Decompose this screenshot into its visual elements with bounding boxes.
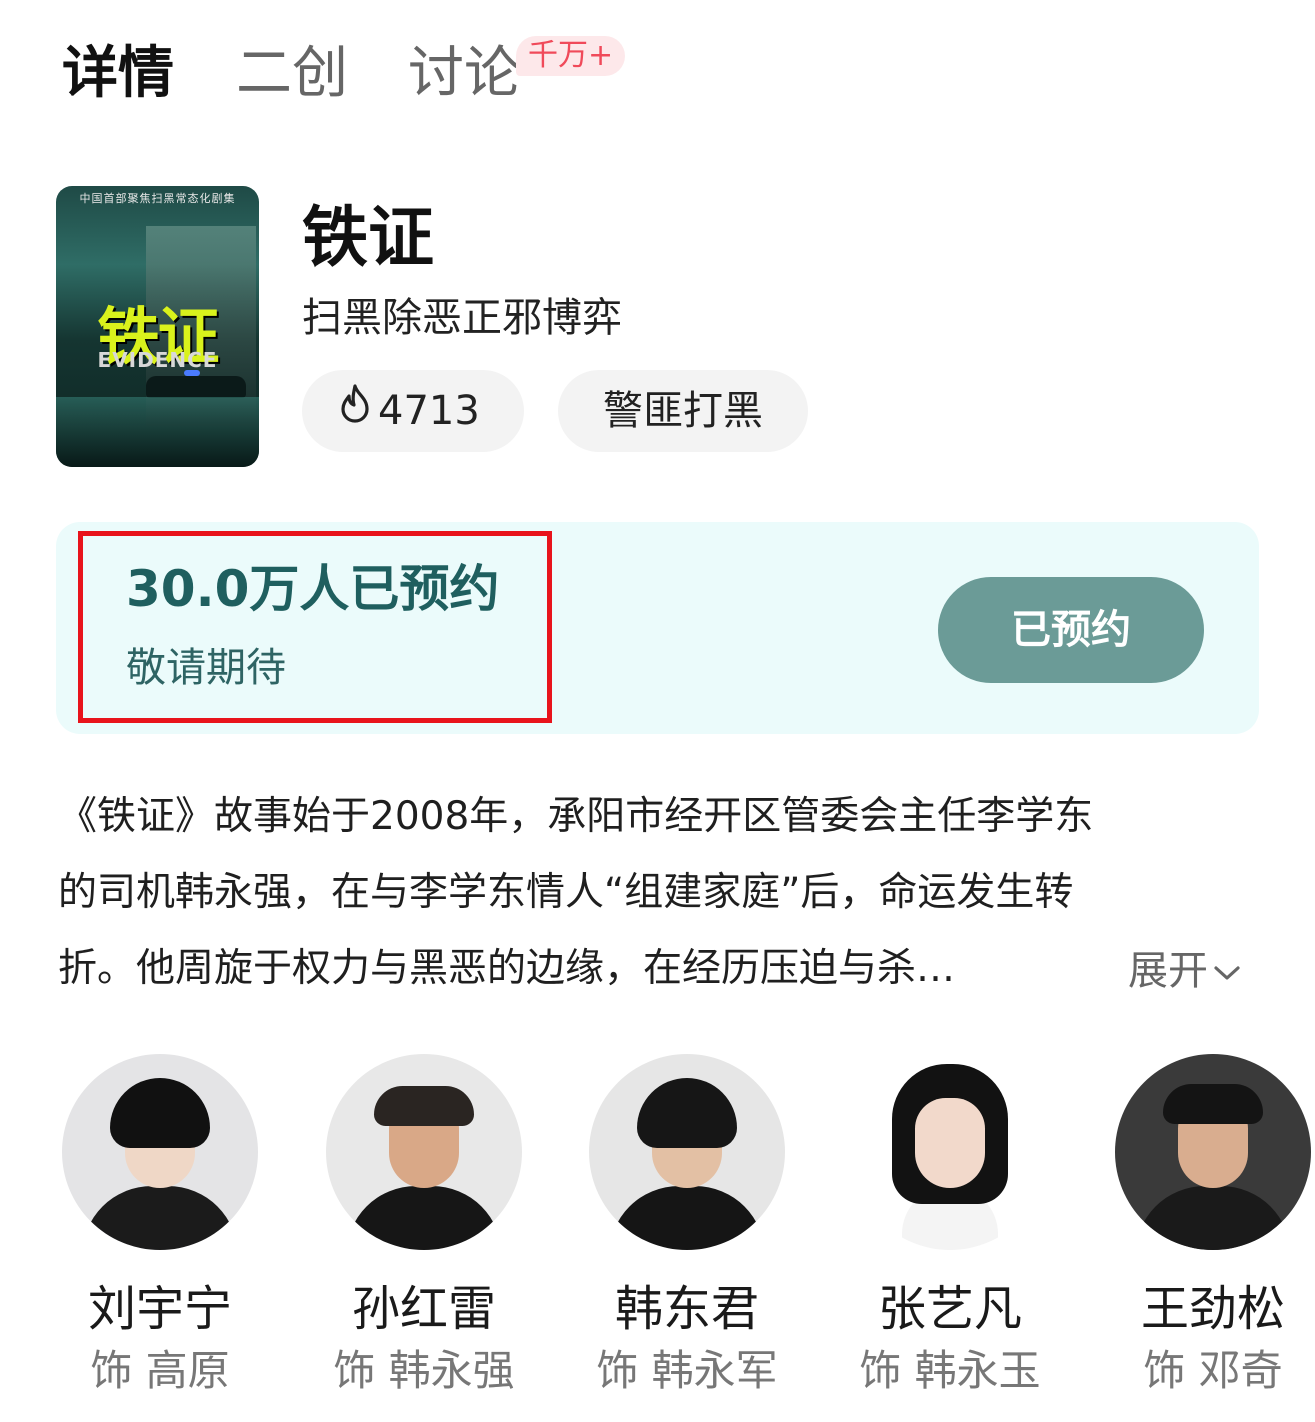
avatar [1115, 1054, 1311, 1250]
cast-role: 饰 韩永军 [596, 1346, 778, 1395]
cast-member[interactable]: 王劲松 饰 邓奇 [1115, 1054, 1311, 1404]
expand-label: 展开 [1128, 948, 1208, 994]
poster-street [56, 397, 259, 467]
cast-name: 孙红雷 [351, 1281, 496, 1337]
avatar [62, 1054, 258, 1250]
tab-derivative[interactable]: 二创 [236, 36, 348, 112]
poster-police-light [184, 370, 200, 376]
cast-role: 饰 邓奇 [1143, 1346, 1283, 1395]
description-line-3: 折。他周旋于权力与黑恶的边缘，在经历压迫与杀… [58, 946, 956, 991]
reservation-count: 30.0万人已预约 [126, 560, 500, 618]
show-poster[interactable]: 中国首部聚焦扫黑常态化剧集 铁证 EVIDENCE [56, 186, 259, 467]
show-title: 铁证 [302, 199, 434, 276]
cast-member[interactable]: 韩东君 饰 韩永军 [589, 1054, 785, 1404]
avatar [589, 1054, 785, 1250]
poster-subtitle: EVIDENCE [97, 348, 218, 372]
cast-role: 饰 韩永玉 [859, 1346, 1041, 1395]
cast-name: 张艺凡 [877, 1281, 1022, 1337]
heat-chip[interactable]: 4713 [302, 370, 524, 452]
cast-member[interactable]: 刘宇宁 饰 高原 [62, 1054, 258, 1404]
chevron-down-icon [1212, 943, 1242, 997]
genre-tag-chip[interactable]: 警匪打黑 [558, 370, 808, 452]
cast-role: 饰 高原 [90, 1346, 230, 1395]
expand-button[interactable]: 展开 [1128, 944, 1242, 998]
show-subtitle: 扫黑除恶正邪博弈 [302, 295, 622, 341]
heat-value: 4713 [378, 388, 480, 434]
tab-details[interactable]: 详情 [62, 36, 174, 112]
cast-name: 韩东君 [614, 1281, 759, 1337]
cast-name: 刘宇宁 [87, 1281, 232, 1337]
reserved-button[interactable]: 已预约 [938, 577, 1204, 683]
cast-member[interactable]: 孙红雷 饰 韩永强 [326, 1054, 522, 1404]
avatar [852, 1054, 1048, 1250]
cast-name: 王劲松 [1140, 1281, 1285, 1337]
description-line-2: 的司机韩永强，在与李学东情人“组建家庭”后，命运发生转 [58, 870, 1074, 915]
discussion-count-badge: 千万+ [516, 36, 626, 76]
description-line-1: 《铁证》故事始于2008年，承阳市经开区管委会主任李学东 [58, 794, 1094, 839]
avatar [326, 1054, 522, 1250]
tab-discussion[interactable]: 讨论 [408, 36, 520, 112]
poster-car [146, 376, 246, 398]
cast-member[interactable]: 张艺凡 饰 韩永玉 [852, 1054, 1048, 1404]
flame-icon [338, 369, 372, 451]
cast-role: 饰 韩永强 [333, 1346, 515, 1395]
poster-top-strip: 中国首部聚焦扫黑常态化剧集 [79, 192, 236, 205]
reservation-note: 敬请期待 [126, 645, 286, 691]
